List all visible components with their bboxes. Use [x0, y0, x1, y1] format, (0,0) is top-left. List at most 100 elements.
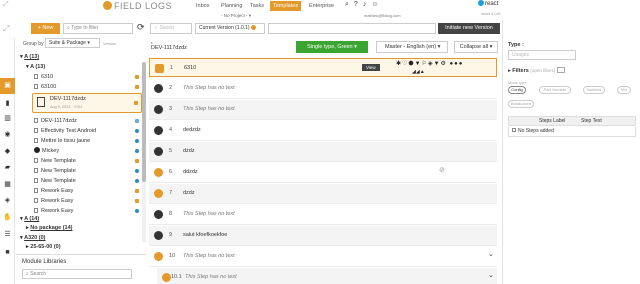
expand-icon[interactable]: ⤢	[3, 1, 9, 9]
type-button[interactable]: Single type, Green ▾	[296, 41, 368, 53]
chip-breakdown[interactable]: Breakdown	[508, 100, 534, 108]
list-icon[interactable]: ☰	[3, 231, 12, 239]
step-text: 6310	[184, 65, 197, 71]
tree-row[interactable]: ▸ 25-65-00 (0)	[26, 242, 61, 252]
expand-rail-icon[interactable]: ⤢	[3, 24, 9, 34]
nav-enterprise[interactable]: Enterprise	[306, 1, 337, 11]
tree-row[interactable]: Effectivity Test Android	[34, 126, 142, 136]
version-column-header: Version	[103, 41, 117, 46]
hand-icon[interactable]: ✋	[3, 214, 12, 222]
filter-input[interactable]: ⌕ Type to filter	[63, 23, 133, 34]
templates-icon[interactable]: ▣	[3, 82, 12, 90]
chip-part-number[interactable]: Part Number	[539, 86, 571, 94]
module-libraries-panel: Module Libraries ⌕ Search	[16, 254, 146, 284]
environment-badge: react	[478, 0, 498, 7]
step-row[interactable]: 9 salut kfoefkoekfoe	[149, 226, 497, 246]
tree-row[interactable]: ▾ A (13)	[26, 62, 45, 72]
tree-row[interactable]: Mettre le tissu jaune	[34, 136, 142, 146]
step-row[interactable]: 4 dedzdz	[149, 121, 497, 141]
new-button[interactable]: + New	[31, 23, 60, 34]
user-email: mathieu@fldlog.com	[364, 13, 401, 18]
nav-inbox[interactable]: Inbox	[193, 1, 212, 11]
step-row[interactable]: 10.1 This Step has no text ⌄	[157, 268, 497, 284]
grid-rail-icon[interactable]: ▦	[3, 181, 12, 189]
layers-icon[interactable]: ◈	[3, 197, 12, 205]
nav-templates[interactable]: Templates	[270, 1, 302, 11]
tree-row[interactable]: 6310	[34, 72, 142, 82]
tree-row[interactable]: New Template	[34, 156, 142, 166]
tree-row[interactable]: Mickey	[34, 146, 142, 156]
initiate-version-button[interactable]: Initiate new Version	[438, 23, 500, 34]
chip-config[interactable]: Config	[508, 86, 526, 94]
save-button[interactable]: ✓ Saved	[150, 23, 192, 34]
chip-ver[interactable]: Ver	[617, 86, 631, 94]
groupby-label: Group by	[23, 41, 44, 47]
step-row-selected[interactable]: 1 6310 View ✱♡⬢▼⚐◈▼⚙ ●●● ◢◢▲	[149, 58, 497, 77]
steps-table-header: Steps Label Step Text	[508, 116, 636, 126]
square-icon[interactable]: ■	[3, 249, 12, 257]
library-icon[interactable]: ▥	[3, 115, 12, 123]
help-icon[interactable]: ?	[354, 1, 363, 8]
type-input[interactable]: Usages	[508, 50, 576, 60]
tree-row[interactable]: 63100	[34, 82, 142, 92]
steps-list: 1 6310 View ✱♡⬢▼⚐◈▼⚙ ●●● ◢◢▲ 2 This Step …	[147, 58, 501, 284]
step-row[interactable]: 2 This Step has no text	[149, 79, 497, 99]
user-icon[interactable]: ☺	[371, 1, 383, 8]
loop-icon	[154, 252, 163, 261]
step-row[interactable]: 10 This Step has no text ⌄	[149, 247, 497, 267]
view-tooltip: View	[362, 64, 380, 71]
filter-icon[interactable]	[556, 67, 565, 73]
search-icon[interactable]: ⌕	[345, 1, 354, 8]
comment-icon	[154, 147, 163, 156]
refresh-icon[interactable]: ⟳	[137, 22, 145, 33]
step-row[interactable]: 3 This Step has no text	[149, 100, 497, 120]
version-comment-input[interactable]	[268, 23, 436, 34]
chat-icon[interactable]: ◆	[3, 148, 12, 156]
module-search-input[interactable]: ⌕ Search	[22, 269, 132, 279]
chevron-down-icon[interactable]: ⌄	[488, 250, 494, 258]
project-select[interactable]: - No Project - ▾	[221, 13, 251, 19]
tree-row[interactable]: ▾ A (13)	[20, 52, 39, 62]
tree-row[interactable]: New Template	[34, 176, 142, 186]
tree-row[interactable]: Rework Easy	[34, 186, 142, 196]
nav-planning[interactable]: Planning	[218, 1, 245, 11]
step-action-icons[interactable]: ✱♡⬢▼⚐◈▼⚙ ●●●	[396, 60, 463, 67]
comment-icon	[154, 231, 163, 240]
chevron-down-icon[interactable]: ⌄	[488, 271, 494, 279]
status-badge	[135, 119, 139, 123]
document-icon	[37, 97, 45, 107]
loop-icon	[154, 168, 163, 177]
nav-tasks[interactable]: Tasks	[247, 1, 267, 11]
tree-row-selected[interactable]: DEV-1117dzdz Aug 9, 2023 · YOU	[32, 93, 142, 113]
attachment-icon[interactable]: ⊘	[439, 166, 445, 174]
step-row[interactable]: 6 ddzdz ⊘	[149, 163, 497, 183]
comment-icon	[154, 126, 163, 135]
tree-row[interactable]: DEV-1117dzdz	[34, 116, 142, 126]
step-row[interactable]: 7 dzdz	[149, 184, 497, 204]
book-icon[interactable]: ▮	[3, 100, 12, 108]
tree-row[interactable]: Rework Easy	[34, 206, 142, 216]
comment-icon	[154, 210, 163, 219]
checkbox[interactable]	[512, 128, 516, 132]
tree-row[interactable]: Rework Easy	[34, 196, 142, 206]
tree-scroll-thumb[interactable]	[142, 62, 146, 182]
loop-icon	[162, 273, 171, 282]
step-row[interactable]: 5 dzdz	[149, 142, 497, 162]
tree-row[interactable]: New Template	[34, 166, 142, 176]
eye-icon[interactable]: ◉	[3, 131, 12, 139]
tree-row[interactable]: ▸ No package (14)	[26, 223, 72, 233]
version-select[interactable]: Current Version (1.0.1)	[195, 23, 265, 34]
collapse-all-button[interactable]: Collapse all ▾	[454, 41, 498, 53]
breadcrumb: DEV-1117dzdz	[151, 45, 187, 51]
chip-isolated[interactable]: Isolated	[583, 86, 605, 94]
top-nav: ⤢ FIELD LOGS Inbox Planning Tasks Templa…	[0, 0, 640, 18]
step-row[interactable]: 8 This Step has no text	[149, 205, 497, 225]
filters-toggle[interactable]: ▸ Filters (open filters)	[508, 67, 565, 74]
folder-icon[interactable]: ▰	[3, 164, 12, 172]
language-select[interactable]: Master - English (en) ▾	[376, 41, 448, 53]
left-rail: ⤢ ▣ ▮ ▥ ◉ ◆ ▰ ▦ ◈ ✋ ☰ ■	[0, 24, 15, 284]
logo-text: FIELD LOGS	[114, 1, 173, 11]
type-label: Type :	[508, 42, 524, 48]
groupby-select[interactable]: Suite & Package ▾	[45, 38, 100, 48]
app-logo: FIELD LOGS	[103, 1, 172, 11]
